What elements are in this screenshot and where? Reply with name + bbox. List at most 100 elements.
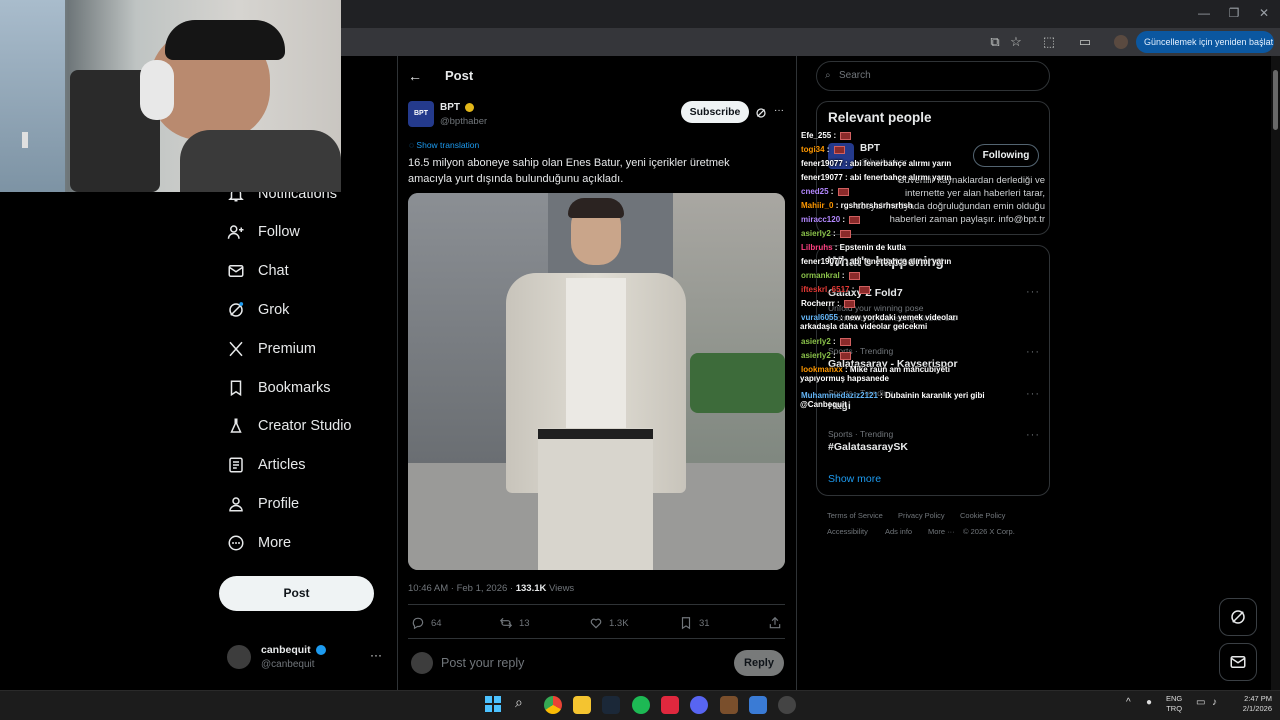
- sidebar-item-premium[interactable]: Premium: [227, 335, 316, 363]
- relevant-name[interactable]: BPT: [860, 143, 880, 154]
- author-name-row[interactable]: BPT: [440, 102, 474, 113]
- steam-icon[interactable]: [602, 696, 620, 714]
- reply-submit-button[interactable]: Reply: [734, 650, 784, 676]
- language-indicator[interactable]: ENG TRQ: [1166, 694, 1182, 714]
- app-icon[interactable]: [720, 696, 738, 714]
- timestamp-text: 10:46 AM · Feb 1, 2026 ·: [408, 583, 516, 594]
- sidebar-item-more[interactable]: More: [227, 529, 291, 557]
- search-icon[interactable]: ⌕: [515, 694, 523, 711]
- chrome-icon[interactable]: [544, 696, 562, 714]
- grok-fab[interactable]: [1219, 598, 1257, 636]
- post-button[interactable]: Post: [219, 576, 374, 611]
- following-button[interactable]: Following: [973, 144, 1039, 167]
- account-more-icon[interactable]: ···: [370, 648, 382, 662]
- bookmark-action[interactable]: 31: [679, 616, 710, 630]
- footer-cookie[interactable]: Cookie Policy: [960, 511, 1005, 520]
- clock[interactable]: 2:47 PM 2/1/2026: [1230, 694, 1272, 714]
- like-action[interactable]: 1.3K: [589, 616, 629, 630]
- app-icon[interactable]: [661, 696, 679, 714]
- trend-more-icon[interactable]: ···: [1026, 429, 1040, 441]
- discord-icon[interactable]: [690, 696, 708, 714]
- flag-emote-icon: [839, 229, 851, 238]
- restore-button[interactable]: ❐: [1224, 6, 1244, 20]
- subscribe-button[interactable]: Subscribe: [681, 101, 749, 123]
- chat-message: miracc120 :: [801, 215, 861, 224]
- sidebar-item-creator-studio[interactable]: Creator Studio: [227, 412, 352, 440]
- photo-hedge: [690, 353, 785, 413]
- person-icon: [229, 497, 243, 512]
- author-avatar[interactable]: BPT: [408, 101, 434, 127]
- chat-text-continued: arkadaşla daha videolar gelcekmi: [800, 322, 928, 331]
- cast-icon[interactable]: ▭: [1076, 34, 1094, 50]
- show-translation-link[interactable]: ◌ Show translation: [409, 140, 479, 150]
- chat-username: ormankral: [801, 271, 840, 280]
- sidebar-item-bookmarks[interactable]: Bookmarks: [227, 374, 331, 402]
- sidebar-item-articles[interactable]: Articles: [227, 451, 306, 479]
- update-restart-button[interactable]: Güncellemek için yeniden başlat ⋮: [1136, 31, 1274, 53]
- page-scrollbar[interactable]: [1271, 56, 1280, 690]
- trend-more-icon[interactable]: ···: [1026, 286, 1040, 298]
- chat-username: Mahiir_0: [801, 201, 834, 210]
- sidebar-item-grok[interactable]: Grok: [227, 296, 289, 324]
- footer-more[interactable]: More ···: [928, 527, 955, 536]
- chevron-up-icon[interactable]: ^: [1126, 697, 1131, 708]
- sidebar-item-profile[interactable]: Profile: [227, 490, 299, 518]
- chat-username: Muhammedaziz2121: [801, 391, 878, 400]
- chat-separator: :: [842, 365, 850, 374]
- chat-separator: :: [849, 285, 857, 294]
- file-explorer-icon[interactable]: [573, 696, 591, 714]
- clock-date: 2/1/2026: [1242, 704, 1272, 713]
- sidebar-item-chat[interactable]: Chat: [227, 257, 289, 285]
- trend-meta: Sports · Trending: [828, 429, 894, 439]
- account-switcher[interactable]: canbequit @canbequit ···: [227, 642, 387, 676]
- repost-action[interactable]: 13: [499, 616, 530, 630]
- footer-terms[interactable]: Terms of Service: [827, 511, 883, 520]
- reply-input[interactable]: Post your reply: [441, 656, 524, 670]
- author-handle[interactable]: @bpthaber: [440, 116, 487, 127]
- sidebar-item-label: Grok: [258, 302, 290, 318]
- footer-ads-info[interactable]: Ads info: [885, 527, 912, 536]
- reply-action[interactable]: 64: [411, 616, 442, 630]
- install-app-icon[interactable]: ⧉: [986, 34, 1004, 50]
- footer-accessibility[interactable]: Accessibility: [827, 527, 868, 536]
- chat-separator: :: [831, 131, 839, 140]
- photo-trousers: [538, 428, 653, 570]
- bookmark-icon: [230, 380, 242, 397]
- trend-item[interactable]: Sports · Trending #GalatasaraySK: [828, 429, 1040, 453]
- share-action[interactable]: [768, 616, 782, 630]
- scrollbar-thumb[interactable]: [1273, 70, 1278, 130]
- flag-emote-icon: [858, 285, 870, 294]
- chat-username: lookmanxx: [801, 365, 843, 374]
- trend-more-icon[interactable]: ···: [1026, 346, 1040, 358]
- footer-privacy[interactable]: Privacy Policy: [898, 511, 945, 520]
- network-icon[interactable]: ▭: [1196, 697, 1205, 708]
- chat-username: fener19077: [801, 257, 843, 266]
- post-timestamp: 10:46 AM · Feb 1, 2026 · 133.1K Views: [408, 583, 574, 594]
- post-image[interactable]: [408, 193, 785, 570]
- back-arrow-icon[interactable]: ←: [408, 68, 422, 84]
- post-more-icon[interactable]: ···: [774, 105, 784, 116]
- volume-icon[interactable]: ♪: [1212, 697, 1217, 708]
- sidebar-item-follow[interactable]: Follow: [227, 218, 300, 246]
- trend-more-icon[interactable]: ···: [1026, 388, 1040, 400]
- close-window-button[interactable]: ✕: [1254, 6, 1274, 20]
- messages-fab[interactable]: [1219, 643, 1257, 681]
- app-icon[interactable]: [778, 696, 796, 714]
- chat-message: ifteskrl_6517 :: [801, 285, 870, 294]
- author-name: BPT: [440, 102, 460, 113]
- minimize-button[interactable]: —: [1194, 6, 1214, 20]
- bookmark-star-icon[interactable]: ☆: [1007, 34, 1025, 50]
- search-input[interactable]: ⌕ Search: [816, 61, 1050, 91]
- app-icon[interactable]: [749, 696, 767, 714]
- grok-icon[interactable]: [755, 106, 767, 118]
- microphone-icon[interactable]: ●: [1146, 697, 1152, 708]
- show-more-link[interactable]: Show more: [828, 473, 881, 485]
- spotify-icon[interactable]: [632, 696, 650, 714]
- start-button[interactable]: [485, 696, 501, 712]
- chat-username: Rocherrr: [801, 299, 835, 308]
- extensions-icon[interactable]: ⬚: [1040, 34, 1058, 50]
- profile-avatar[interactable]: [1114, 35, 1128, 49]
- chat-message: Rocherrr :: [801, 299, 855, 308]
- photo-shirt: [566, 278, 626, 438]
- flag-emote-icon: [848, 271, 860, 280]
